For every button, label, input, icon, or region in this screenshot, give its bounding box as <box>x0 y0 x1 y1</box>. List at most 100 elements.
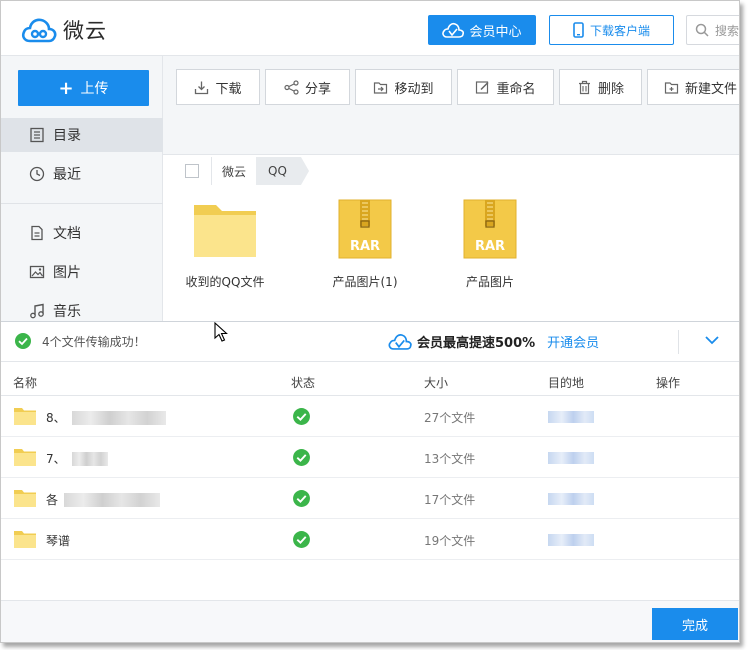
download-button[interactable]: 下载 <box>176 69 260 105</box>
row-destination[interactable] <box>548 411 594 423</box>
vip-cloud-icon <box>442 22 465 38</box>
document-icon <box>31 225 43 241</box>
logo-text: 微云 <box>63 19 107 43</box>
move-to-button[interactable]: 移动到 <box>355 69 452 105</box>
rar-badge: RAR <box>349 239 381 254</box>
check-circle-icon <box>293 408 310 425</box>
file-name: 收到的QQ文件 <box>185 275 265 289</box>
row-destination[interactable] <box>548 534 594 546</box>
row-destination[interactable] <box>548 493 594 505</box>
sidebar-item-label: 音乐 <box>53 304 81 320</box>
row-destination[interactable] <box>548 452 594 464</box>
breadcrumb-arrow <box>300 157 309 185</box>
folder-icon <box>14 408 36 425</box>
new-file-label: 新建文件 <box>685 81 738 97</box>
sidebar-divider <box>1 203 163 204</box>
new-file-button[interactable]: 新建文件 <box>647 69 739 105</box>
row-name: 各 <box>46 491 161 508</box>
header: 微云 会员中心 下载客户端 搜索 <box>1 1 740 56</box>
file-item-rar[interactable]: RAR 产品图片(1) <box>305 199 425 290</box>
row-name: 7、 <box>46 450 108 467</box>
row-name-prefix: 琴谱 <box>46 534 71 548</box>
transfer-panel: 4个文件传输成功！ 会员最高提速500% 开通会员 名称 状态 大小 目的地 操… <box>1 321 739 642</box>
move-to-label: 移动到 <box>394 81 434 97</box>
vip-promo: 会员最高提速500% 开通会员 <box>388 332 599 351</box>
check-circle-icon <box>15 333 31 349</box>
breadcrumb: 微云 QQ <box>163 155 739 187</box>
delete-label: 删除 <box>597 81 624 97</box>
table-row[interactable]: 8、 27个文件 <box>1 396 739 437</box>
plus-icon: + <box>58 77 74 99</box>
sidebar-item-label: 目录 <box>53 128 81 144</box>
row-size: 13个文件 <box>424 452 476 466</box>
file-name: 产品图片(1) <box>332 275 398 289</box>
folder-icon <box>14 449 36 466</box>
toolbar: 下载 分享 移动到 重命名 删除 新建文件 <box>163 56 739 155</box>
file-grid: 收到的QQ文件 RAR 产品图片(1) RAR 产品图片 <box>163 191 739 321</box>
sidebar: + 上传 目录 最近 文档 图片 音乐 <box>1 56 163 321</box>
blurred-text <box>71 410 166 425</box>
done-button[interactable]: 完成 <box>652 608 738 640</box>
transfer-table-header: 名称 状态 大小 目的地 操作 <box>1 364 739 396</box>
file-name: 产品图片 <box>465 275 514 289</box>
blurred-text <box>64 492 161 507</box>
upload-label: 上传 <box>80 81 109 97</box>
sidebar-item-images[interactable]: 图片 <box>1 255 163 289</box>
column-action: 操作 <box>656 376 681 390</box>
transfer-success: 4个文件传输成功！ <box>14 332 146 350</box>
rar-badge: RAR <box>474 239 506 254</box>
transfer-panel-footer: 完成 <box>1 600 739 642</box>
row-size: 19个文件 <box>424 534 476 548</box>
sidebar-item-label: 图片 <box>53 265 81 281</box>
table-row[interactable]: 各 17个文件 <box>1 478 739 519</box>
row-size: 27个文件 <box>424 411 476 425</box>
select-all-checkbox[interactable] <box>185 164 199 178</box>
row-name-prefix: 7、 <box>46 452 66 466</box>
search-placeholder: 搜索 <box>715 23 740 38</box>
blurred-text <box>71 451 108 466</box>
search-box[interactable]: 搜索 <box>686 15 740 45</box>
clock-icon <box>29 166 45 182</box>
check-circle-icon <box>293 490 310 507</box>
delete-button[interactable]: 删除 <box>559 69 642 105</box>
row-name-prefix: 8、 <box>46 411 66 425</box>
rename-button[interactable]: 重命名 <box>457 69 554 105</box>
row-name-prefix: 各 <box>46 493 59 507</box>
share-button[interactable]: 分享 <box>265 69 350 105</box>
vip-promo-text: 会员最高提速500% <box>417 336 536 351</box>
download-icon <box>195 81 209 94</box>
table-row[interactable]: 7、 13个文件 <box>1 437 739 478</box>
table-row[interactable]: 琴谱 19个文件 <box>1 519 739 560</box>
vip-cloud-icon <box>388 334 412 350</box>
cloud-logo-icon <box>21 18 57 43</box>
breadcrumb-current[interactable]: QQ <box>256 157 301 185</box>
sidebar-item-documents[interactable]: 文档 <box>1 216 163 250</box>
folder-icon <box>14 531 36 548</box>
search-icon <box>695 23 709 37</box>
trash-icon <box>578 80 590 94</box>
rename-label: 重命名 <box>496 81 536 97</box>
download-label: 下载 <box>215 81 242 97</box>
row-name: 8、 <box>46 409 166 426</box>
row-name: 琴谱 <box>46 532 70 549</box>
vip-center-label: 会员中心 <box>469 24 522 40</box>
row-size: 17个文件 <box>424 493 476 507</box>
header-divider <box>678 330 679 354</box>
sidebar-item-directory[interactable]: 目录 <box>1 118 163 152</box>
folder-icon <box>14 490 36 507</box>
edit-icon <box>476 80 490 94</box>
file-item-folder[interactable]: 收到的QQ文件 <box>165 199 285 290</box>
sidebar-item-recent[interactable]: 最近 <box>1 157 163 191</box>
upload-button[interactable]: + 上传 <box>18 70 149 106</box>
download-client-button[interactable]: 下载客户端 <box>549 15 674 45</box>
app-window: 微云 会员中心 下载客户端 搜索 + 上传 目录 最近 文档 图片 音乐 下载 … <box>0 0 740 643</box>
breadcrumb-root[interactable]: 微云 <box>211 157 256 185</box>
file-item-rar[interactable]: RAR 产品图片 <box>430 199 550 290</box>
open-vip-link[interactable]: 开通会员 <box>547 332 599 351</box>
logo[interactable]: 微云 <box>21 15 107 45</box>
vip-center-button[interactable]: 会员中心 <box>428 15 536 45</box>
sidebar-item-label: 文档 <box>53 226 81 242</box>
chevron-down-icon[interactable] <box>704 334 720 346</box>
check-circle-icon <box>293 531 310 548</box>
share-label: 分享 <box>304 81 331 97</box>
